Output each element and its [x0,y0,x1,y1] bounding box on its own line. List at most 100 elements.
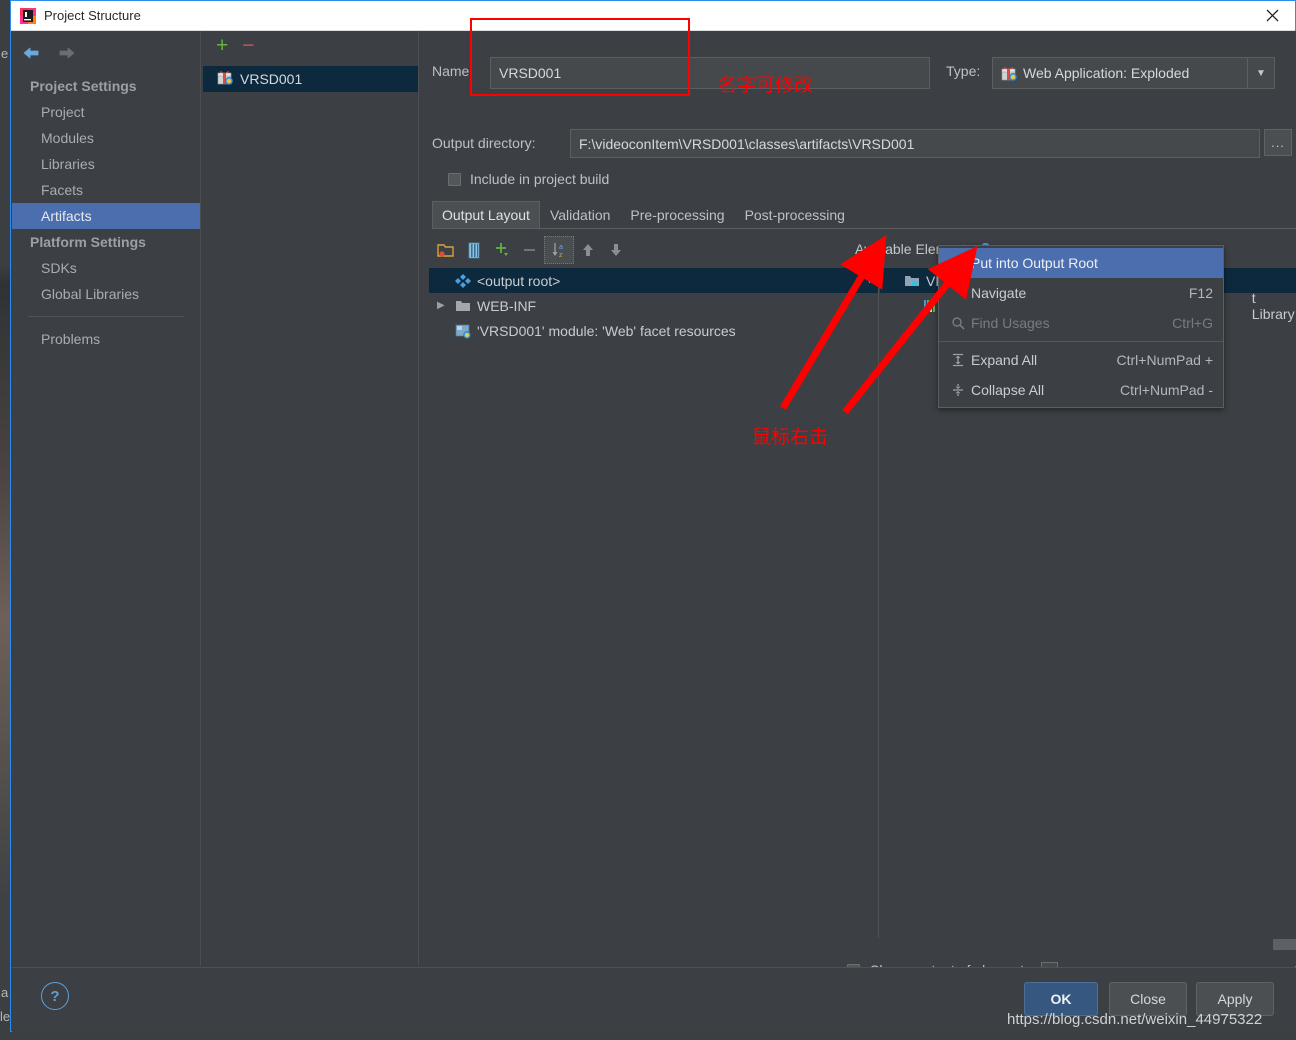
sidebar-item-global-libraries[interactable]: Global Libraries [12,281,200,307]
question-mark-icon[interactable]: ? [41,982,69,1010]
output-layout-tree: <output root> ▶ WEB-INF 'VRSD001' module… [429,268,879,938]
tree-row[interactable]: ▶ WEB-INF [429,293,878,318]
chevron-down-icon[interactable]: ▼ [863,271,876,286]
name-field-row: Name: [432,63,473,79]
ok-button-label: OK [1050,991,1072,1007]
project-structure-dialog: Project Structure Project Settings Proje… [10,0,1296,1032]
plus-icon[interactable]: + [216,35,228,56]
menu-item-navigate[interactable]: Navigate F12 [939,278,1223,308]
backdrop-text-le: le [0,1009,11,1024]
sidebar-item-modules[interactable]: Modules [12,125,200,151]
sort-alpha-icon[interactable]: a z [544,236,574,264]
tree-row-label: 'VRSD001' module: 'Web' facet resources [477,322,736,339]
close-icon[interactable] [1249,1,1295,30]
sidebar-item-sdks[interactable]: SDKs [12,255,200,281]
list-item[interactable]: VRSD001 [203,66,418,92]
horizontal-scrollbar[interactable] [1273,939,1296,950]
tab-post-processing[interactable]: Post-processing [735,201,855,228]
context-menu: Put into Output Root Navigate F12 Find U… [938,245,1224,408]
menu-item-expand-all[interactable]: Expand All Ctrl+NumPad + [939,345,1223,375]
sidebar-nav-buttons [20,43,78,63]
archive-icon[interactable] [460,237,488,263]
menu-item-label: Find Usages [971,315,1050,331]
tab-output-layout[interactable]: Output Layout [432,201,540,228]
minus-icon[interactable]: − [242,35,254,56]
menu-item-label: Collapse All [971,382,1045,398]
module-facet-icon [455,323,471,339]
output-directory-input[interactable]: F:\videoconItem\VRSD001\classes\artifact… [570,129,1260,158]
include-in-build-checkbox[interactable] [448,172,461,186]
menu-item-label: Put into Output Root [971,255,1098,271]
type-combobox-value: Web Application: Exploded [1023,65,1190,81]
plus-dropdown-icon[interactable] [488,237,516,263]
expand-all-icon [945,353,971,367]
menu-item-label: Navigate [971,285,1027,301]
tree-row-label: WEB-INF [477,297,537,314]
dialog-titlebar: Project Structure [11,1,1295,31]
watermark-url: https://blog.csdn.net/weixin_44975322 [1007,1011,1263,1028]
search-icon [945,316,971,330]
intellij-idea-icon [20,8,36,24]
arrow-up-icon[interactable] [574,237,602,263]
annotation-name-note: 名字可修改 [718,75,814,96]
artifact-details-pane: Name: VRSD001 Type: Web Application: Exp… [420,31,1296,978]
collapse-all-icon [945,383,971,397]
type-label: Type: [946,63,981,79]
menu-item-shortcut: F12 [1188,285,1213,301]
name-input-value: VRSD001 [499,65,562,81]
arrow-left-icon[interactable] [20,43,42,63]
folder-add-icon[interactable] [432,237,460,263]
svg-text:a: a [559,244,563,251]
artifacts-list-toolbar: + − [202,31,418,59]
tree-row-label: <output root> [477,272,561,289]
library-icon [922,299,938,313]
menu-item-shortcut: Ctrl+G [1172,315,1213,331]
apply-button-label: Apply [1217,991,1253,1007]
artifact-gift-icon [217,69,233,90]
menu-item-collapse-all[interactable]: Collapse All Ctrl+NumPad - [939,375,1223,405]
settings-sidebar: Project Settings Project Modules Librari… [12,31,201,966]
menu-item-shortcut: Ctrl+NumPad + [1116,352,1213,368]
dialog-title: Project Structure [44,8,141,23]
menu-item-put-into-output-root[interactable]: Put into Output Root [939,248,1223,278]
screenshot-root: e a le Project Structure Project Setting… [0,0,1296,1040]
name-input[interactable]: VRSD001 [490,57,930,89]
arrow-right-icon [56,43,78,63]
sidebar-group-project-settings: Project Settings Project Modules Librari… [12,73,200,352]
annotation-right-click-note: 鼠标右击 [752,427,829,448]
browse-output-directory-button[interactable]: ... [1264,129,1292,156]
sidebar-item-libraries[interactable]: Libraries [12,151,200,177]
tree-row-label-suffix: t Library [1251,289,1295,322]
tab-pre-processing[interactable]: Pre-processing [620,201,734,228]
artifact-gift-icon [1001,65,1017,81]
dialog-body: Project Settings Project Modules Librari… [12,31,1296,978]
type-combobox[interactable]: Web Application: Exploded ▼ [992,57,1275,89]
sidebar-item-problems[interactable]: Problems [12,326,200,352]
include-in-build-row[interactable]: Include in project build [448,171,609,187]
tab-validation[interactable]: Validation [540,201,620,228]
chevron-down-icon[interactable]: ▼ [1247,58,1274,88]
tree-row[interactable]: <output root> [429,268,878,293]
menu-separator [939,341,1223,342]
browse-button-label: ... [1271,135,1285,150]
backdrop-text-e: e [1,46,9,61]
output-directory-label: Output directory: [432,135,536,151]
sidebar-header-platform-settings: Platform Settings [30,234,146,250]
output-directory-value: F:\videoconItem\VRSD001\classes\artifact… [579,135,915,152]
menu-item-label: Expand All [971,352,1038,368]
arrow-down-icon[interactable] [602,237,630,263]
output-root-icon [455,273,471,289]
artifacts-list-panel: + − VRSD001 [202,31,419,966]
sidebar-header-project-settings: Project Settings [30,78,137,94]
sidebar-item-project[interactable]: Project [12,99,200,125]
folder-icon [455,299,471,313]
sidebar-item-artifacts[interactable]: Artifacts [12,203,200,229]
menu-item-shortcut: Ctrl+NumPad - [1120,382,1213,398]
backdrop-text-a: a [1,985,9,1000]
include-in-build-label: Include in project build [470,171,610,187]
list-item-label: VRSD001 [240,71,303,87]
chevron-right-icon[interactable]: ▶ [437,300,455,311]
sidebar-item-facets[interactable]: Facets [12,177,200,203]
tree-row[interactable]: 'VRSD001' module: 'Web' facet resources [429,318,878,343]
type-field-row: Type: [946,63,980,79]
